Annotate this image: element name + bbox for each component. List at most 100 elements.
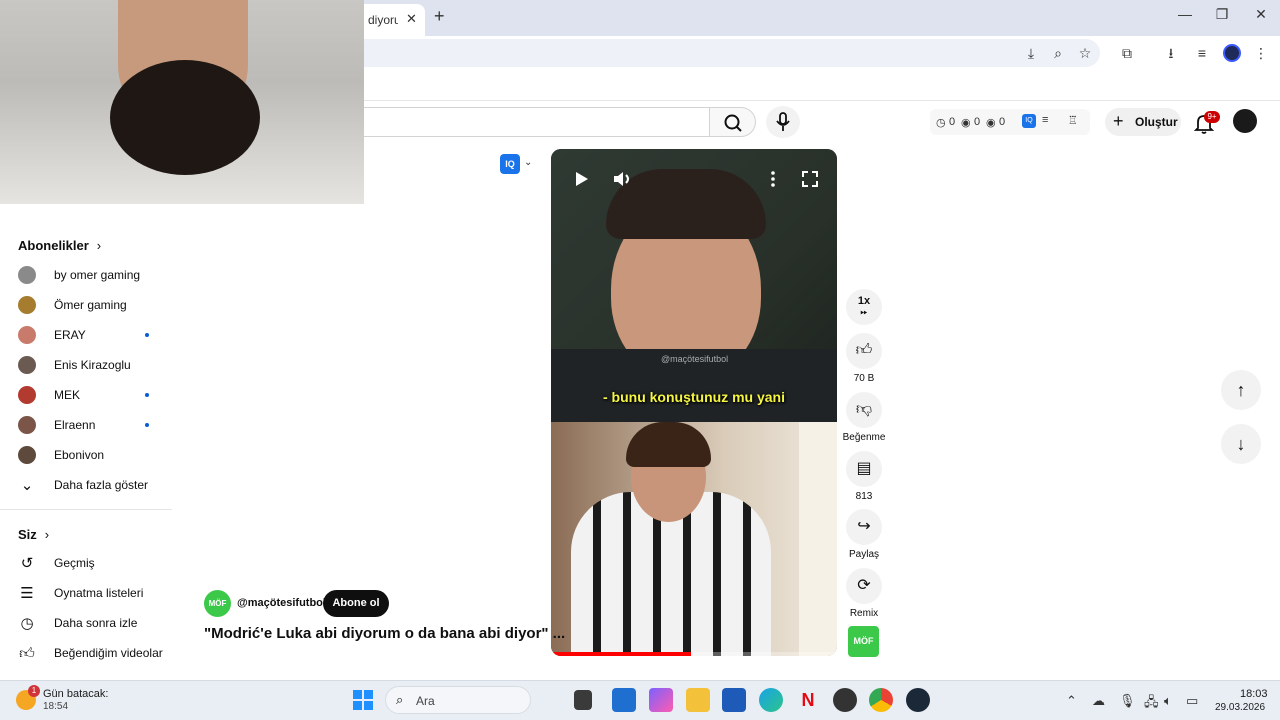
window-maximize-button[interactable]: ❐ <box>1212 6 1232 26</box>
network-icon[interactable]: 🖧︎ <box>1144 693 1159 715</box>
webcam-overlay <box>0 0 364 204</box>
tray-overflow-icon[interactable]: ⌃ <box>1066 693 1077 709</box>
video-progress-fill <box>551 652 692 656</box>
chevron-right-icon: › <box>44 527 50 542</box>
file-explorer-icon[interactable] <box>686 688 710 712</box>
plus-icon: + <box>1113 111 1124 131</box>
channel-avatar[interactable]: MÖF <box>204 590 231 617</box>
clock-date[interactable]: 29.03.2026 <box>1215 702 1265 713</box>
sidebar-item-playlists[interactable]: ☰ Oynatma listeleri <box>18 578 168 608</box>
volume-icon[interactable]: 🔈︎ <box>1164 693 1172 709</box>
profile-avatar[interactable] <box>1223 44 1241 62</box>
create-button[interactable]: + Oluştur <box>1105 108 1181 136</box>
remix-button[interactable]: ⟳ Remix <box>846 568 882 619</box>
sidebar-item-liked-videos[interactable]: 👍︎ Beğendiğim videolar <box>18 638 168 668</box>
outlook-icon[interactable] <box>612 688 636 712</box>
microphone-icon[interactable]: 🎙︎ <box>1119 693 1136 709</box>
windows-logo-icon <box>353 690 362 699</box>
chrome-icon[interactable] <box>869 688 893 712</box>
show-more-button[interactable]: ⌄ Daha fazla göster <box>18 470 168 500</box>
app-icon[interactable] <box>833 688 857 712</box>
subscriptions-section-title[interactable]: Abonelikler › <box>18 238 101 253</box>
chevron-down-icon[interactable]: ⌄ <box>524 157 532 168</box>
weather-title[interactable]: Gün batacak: <box>43 688 108 700</box>
video-progress-bar[interactable] <box>551 652 837 656</box>
start-button[interactable] <box>353 690 373 710</box>
like-button[interactable]: 👍︎ 70 B <box>846 333 882 384</box>
new-tab-button[interactable]: + <box>434 6 445 27</box>
media-control-icon[interactable]: ≡ <box>1193 44 1211 62</box>
channel-handle[interactable]: @maçötesifutbol <box>237 597 326 609</box>
windows-taskbar <box>0 680 1280 720</box>
store-icon[interactable] <box>722 688 746 712</box>
extensions-icon[interactable]: ⧉ <box>1118 44 1136 62</box>
show-more-label: Daha fazla göster <box>54 478 149 492</box>
microphone-icon <box>776 112 790 131</box>
sidebar-item-watch-later[interactable]: ◷ Daha sonra izle <box>18 608 168 638</box>
play-icon[interactable] <box>571 169 591 189</box>
sidebar-item-subscription[interactable]: by omer gaming <box>18 260 168 290</box>
battery-icon[interactable]: ▭ <box>1186 693 1198 709</box>
sidebar-item-label: Geçmiş <box>54 556 95 570</box>
copilot-icon[interactable] <box>649 688 673 712</box>
video-title[interactable]: "Modrić'e Luka abi diyorum o da bana abi… <box>204 625 565 642</box>
sidebar-item-history[interactable]: ↺ Geçmiş <box>18 548 168 578</box>
remix-label: Remix <box>849 608 879 619</box>
sidebar-item-subscription[interactable]: Elraenn <box>18 410 168 440</box>
sidebar-item-subscription[interactable]: Ömer gaming <box>18 290 168 320</box>
previous-video-button[interactable]: ↑ <box>1221 370 1261 410</box>
downloads-icon[interactable]: ⭳ <box>1162 44 1180 62</box>
more-options-icon[interactable] <box>763 169 783 189</box>
eye-icon: ◉ <box>961 117 971 129</box>
video-subtitle: - bunu konuştunuz mu yani <box>603 389 785 405</box>
stat-other: 0 <box>999 116 1006 128</box>
search-icon <box>724 114 742 132</box>
dislike-button[interactable]: 👎︎ Beğenme <box>843 392 885 443</box>
sidebar-item-label: Elraenn <box>54 418 96 432</box>
shorts-video-player[interactable]: @maçötesifutbol - bunu konuştunuz mu yan… <box>551 149 837 656</box>
sidebar-item-subscription[interactable]: ERAY <box>18 320 168 350</box>
clock-time[interactable]: 18:03 <box>1240 688 1268 700</box>
install-app-icon[interactable]: ⤓ <box>1022 44 1040 62</box>
netflix-icon[interactable]: N <box>796 688 820 712</box>
new-content-dot <box>145 333 149 337</box>
search-button[interactable] <box>709 107 756 137</box>
iq-extension-button[interactable]: IQ <box>500 154 520 174</box>
steam-icon[interactable] <box>906 688 930 712</box>
sidebar-item-subscription[interactable]: Ebonivon <box>18 440 168 470</box>
chevron-down-icon: ⌄ <box>20 477 34 494</box>
cloud-offline-icon[interactable]: ☁ <box>1092 693 1105 709</box>
dislike-label: Beğenme <box>842 432 886 443</box>
address-bar[interactable] <box>300 39 1100 67</box>
subscribe-button[interactable]: Abone ol <box>323 590 389 617</box>
tab-close-icon[interactable]: ✕ <box>406 11 417 27</box>
like-count: 70 B <box>853 373 875 384</box>
fullscreen-icon[interactable] <box>800 169 820 189</box>
comments-button[interactable]: ▤ 813 <box>846 451 882 502</box>
volume-icon[interactable] <box>612 169 634 189</box>
task-view-icon[interactable] <box>574 690 592 710</box>
window-close-button[interactable]: ✕ <box>1251 6 1271 26</box>
you-section-title[interactable]: Siz › <box>18 527 49 542</box>
share-button[interactable]: ↪ Paylaş <box>846 509 882 560</box>
sidebar-item-label: Enis Kirazoglu <box>54 358 131 372</box>
playlist-icon: ☰ <box>20 585 34 602</box>
stat-watch: 0 <box>949 116 956 128</box>
tab-title: diyoru <box>368 13 398 27</box>
window-minimize-button[interactable]: — <box>1175 6 1195 26</box>
account-avatar[interactable] <box>1233 109 1257 133</box>
weather-time: 18:54 <box>43 701 69 712</box>
menu-kebab-icon[interactable]: ⋮ <box>1252 44 1270 62</box>
next-video-button[interactable]: ↓ <box>1221 424 1261 464</box>
windows-logo-icon <box>364 690 373 699</box>
edge-icon[interactable] <box>759 688 783 712</box>
playback-speed-button[interactable]: 1x ⏩︎ <box>846 289 882 325</box>
voice-search-button[interactable] <box>766 106 800 138</box>
channel-logo[interactable]: MÖF <box>848 626 879 657</box>
extension-stats-bar[interactable]: ◷ 0 ◉ 0 ◉ 0 IQ ≡ ♖ <box>930 109 1090 135</box>
zoom-icon[interactable]: ⌕ <box>1049 44 1067 62</box>
sidebar-item-subscription[interactable]: Enis Kirazoglu <box>18 350 168 380</box>
taskbar-search[interactable]: ⌕ Ara <box>385 686 531 714</box>
sidebar-item-subscription[interactable]: MEK <box>18 380 168 410</box>
bookmark-star-icon[interactable]: ☆ <box>1076 44 1094 62</box>
